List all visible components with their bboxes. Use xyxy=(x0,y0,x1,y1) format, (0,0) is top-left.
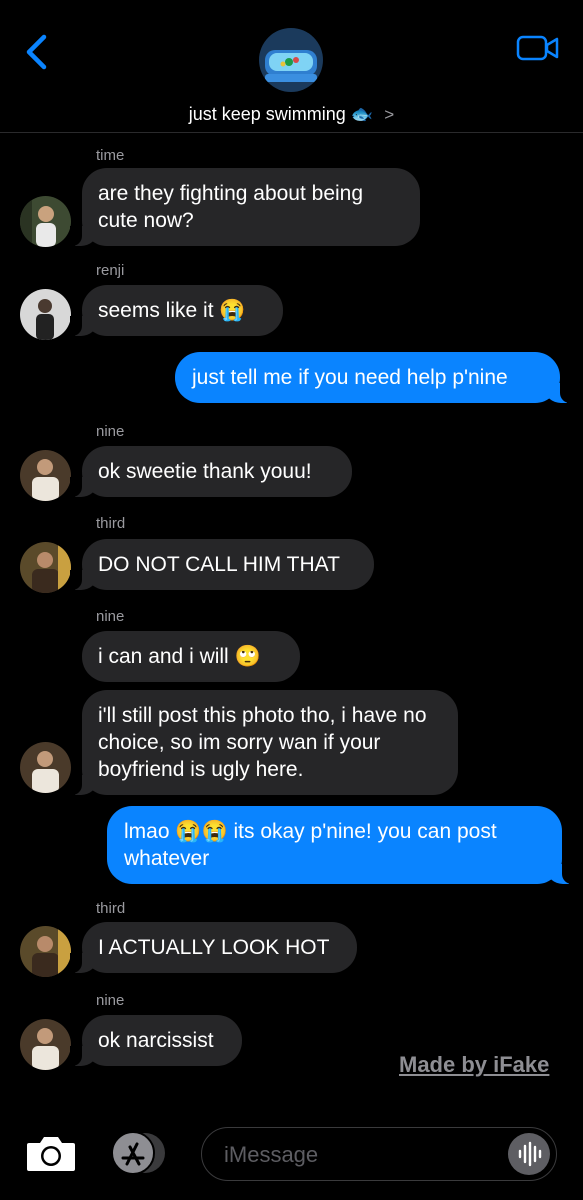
message-bubble[interactable]: are they fighting about being cute now? xyxy=(70,168,420,246)
avatar[interactable] xyxy=(20,289,71,340)
fish-emoji: 🐟 xyxy=(350,104,374,124)
sender-name: nine xyxy=(96,992,125,1009)
conversation-header: just keep swimming 🐟 > xyxy=(0,0,583,133)
avatar[interactable] xyxy=(20,542,71,593)
message-bubble[interactable]: just tell me if you need help p'nine xyxy=(175,352,572,403)
message-text: just tell me if you need help p'nine xyxy=(192,366,508,389)
message-bubble[interactable]: i'll still post this photo tho, i have n… xyxy=(70,690,458,795)
camera-icon[interactable] xyxy=(25,1133,77,1173)
message-text: ok narcissist xyxy=(98,1029,214,1052)
sender-name: third xyxy=(96,900,126,917)
message-text: DO NOT CALL HIM THAT xyxy=(98,553,340,576)
avatar[interactable] xyxy=(20,742,71,793)
sender-name: nine xyxy=(96,608,125,625)
audio-waveform-icon[interactable] xyxy=(508,1133,550,1175)
sender-name: time xyxy=(96,147,125,164)
avatar[interactable] xyxy=(20,196,71,247)
message-text: are they fighting about being cute now? xyxy=(98,182,364,232)
message-bubble[interactable]: ok sweetie thank youu! xyxy=(70,446,352,497)
avatar[interactable] xyxy=(20,926,71,977)
message-bubble[interactable]: ok narcissist xyxy=(70,1015,242,1066)
chevron-left-icon[interactable] xyxy=(22,34,52,70)
app-store-icon[interactable] xyxy=(110,1131,168,1175)
chevron-right-icon: > xyxy=(384,105,395,124)
watermark: Made by iFake xyxy=(399,1052,550,1077)
message-bubble[interactable]: lmao 😭😭 its okay p'nine! you can post wh… xyxy=(107,806,574,884)
message-bubble[interactable]: I ACTUALLY LOOK HOT xyxy=(70,922,357,973)
group-title[interactable]: just keep swimming 🐟 > xyxy=(0,103,583,126)
message-bubble[interactable]: i can and i will 🙄 xyxy=(82,631,300,682)
group-avatar[interactable] xyxy=(259,28,323,92)
message-text: seems like it 😭 xyxy=(98,299,246,322)
sender-name: nine xyxy=(96,423,125,440)
message-text: ok sweetie thank youu! xyxy=(98,460,312,483)
avatar[interactable] xyxy=(20,1019,71,1070)
message-input[interactable]: iMessage xyxy=(201,1127,557,1181)
message-text: lmao 😭😭 its okay p'nine! you can post wh… xyxy=(124,820,497,870)
message-text: i'll still post this photo tho, i have n… xyxy=(98,704,427,781)
message-text: i can and i will 🙄 xyxy=(98,645,261,668)
avatar[interactable] xyxy=(20,450,71,501)
message-input-placeholder: iMessage xyxy=(224,1142,319,1167)
sender-name: third xyxy=(96,515,126,532)
message-bubble[interactable]: seems like it 😭 xyxy=(70,285,283,336)
message-text: I ACTUALLY LOOK HOT xyxy=(98,936,330,959)
group-name: just keep swimming xyxy=(188,104,346,124)
sender-name: renji xyxy=(96,262,125,279)
video-camera-icon[interactable] xyxy=(516,34,560,62)
message-bubble[interactable]: DO NOT CALL HIM THAT xyxy=(70,539,374,590)
